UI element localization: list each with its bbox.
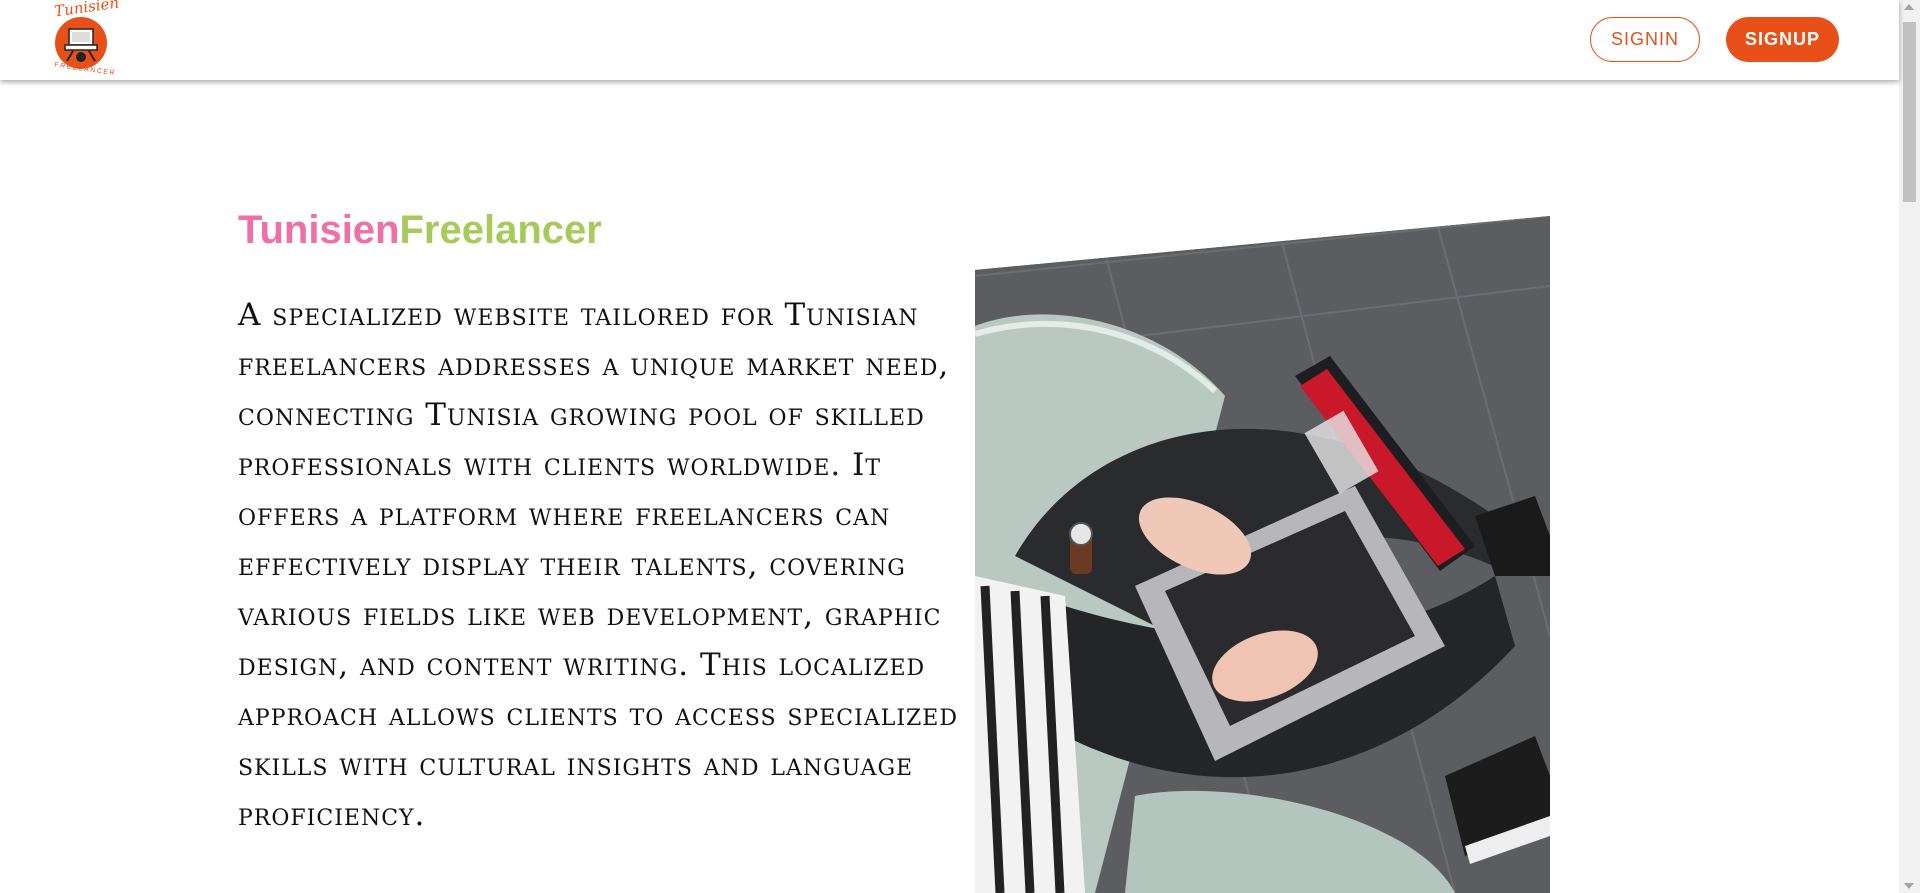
page-scrollbar[interactable] (1899, 0, 1920, 893)
brand-heading: TunisienFreelancer (238, 208, 602, 253)
signin-button[interactable]: SIGNIN (1590, 17, 1700, 62)
scrollbar-thumb[interactable] (1903, 22, 1916, 202)
signup-button[interactable]: SIGNUP (1726, 17, 1839, 62)
scroll-up-icon[interactable] (1904, 4, 1914, 10)
site-logo[interactable]: Tunisien FREELANCER (50, 0, 120, 80)
top-navbar: Tunisien FREELANCER SIGNIN SIGNUP (0, 0, 1899, 80)
scroll-down-icon[interactable] (1904, 883, 1914, 889)
hero-description: A specialized website tailored for Tunis… (238, 297, 958, 833)
hero-photo-laptop (975, 216, 1550, 893)
brand-heading-part2: Freelancer (399, 208, 602, 252)
brand-heading-part1: Tunisien (238, 208, 400, 252)
logo-laptop-icon (55, 17, 107, 69)
